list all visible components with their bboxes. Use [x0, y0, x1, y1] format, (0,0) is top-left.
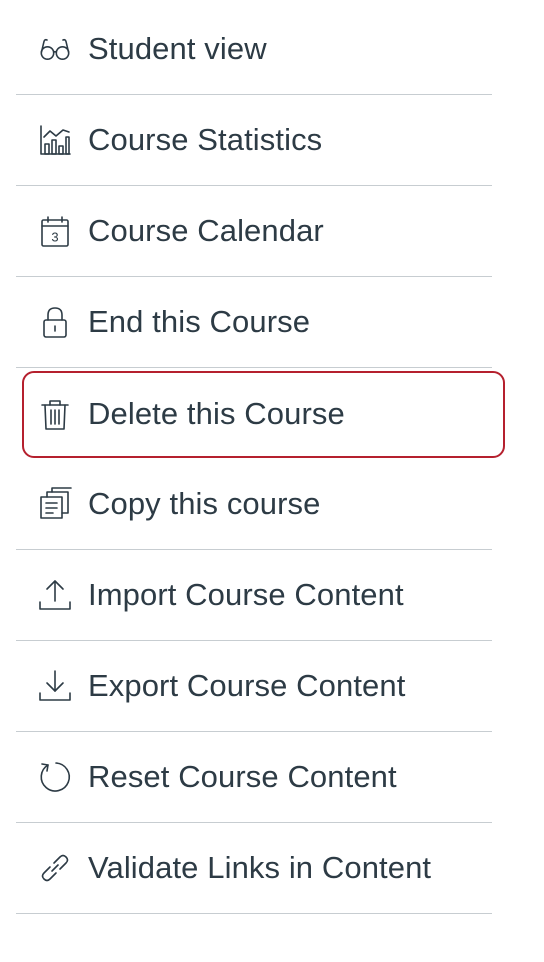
- export-course-content-button[interactable]: Export Course Content: [16, 641, 492, 732]
- student-view-label: Student view: [88, 31, 267, 66]
- validate-links-in-content-button[interactable]: Validate Links in Content: [16, 823, 492, 914]
- link-icon: [38, 851, 72, 885]
- course-calendar-button[interactable]: 3 Course Calendar: [16, 186, 492, 277]
- reset-course-content-label: Reset Course Content: [88, 759, 397, 794]
- trash-icon: [38, 397, 72, 431]
- lock-icon: [38, 305, 72, 339]
- import-course-content-button[interactable]: Import Course Content: [16, 550, 492, 641]
- statistics-chart-icon: [38, 123, 72, 157]
- course-statistics-label: Course Statistics: [88, 122, 323, 157]
- reset-icon: [38, 760, 72, 794]
- course-statistics-button[interactable]: Course Statistics: [16, 95, 492, 186]
- copy-this-course-label: Copy this course: [88, 486, 321, 521]
- delete-this-course-label: Delete this Course: [88, 395, 345, 431]
- validate-links-in-content-label: Validate Links in Content: [88, 850, 432, 885]
- student-view-button[interactable]: Student view: [16, 4, 492, 95]
- download-icon: [38, 669, 72, 703]
- export-course-content-label: Export Course Content: [88, 668, 406, 703]
- copy-this-course-button[interactable]: Copy this course: [16, 459, 492, 550]
- calendar-icon: 3: [38, 214, 72, 248]
- delete-this-course-button[interactable]: Delete this Course: [16, 368, 505, 459]
- copy-icon: [38, 487, 72, 521]
- end-this-course-label: End this Course: [88, 304, 311, 339]
- reset-course-content-button[interactable]: Reset Course Content: [16, 732, 492, 823]
- svg-text:3: 3: [51, 230, 58, 245]
- end-this-course-button[interactable]: End this Course: [16, 277, 492, 368]
- glasses-icon: [38, 32, 72, 66]
- course-calendar-label: Course Calendar: [88, 213, 324, 248]
- upload-icon: [38, 578, 72, 612]
- course-settings-sidebar-menu: Student view Course Statistics 3 Course …: [16, 4, 505, 914]
- import-course-content-label: Import Course Content: [88, 577, 404, 612]
